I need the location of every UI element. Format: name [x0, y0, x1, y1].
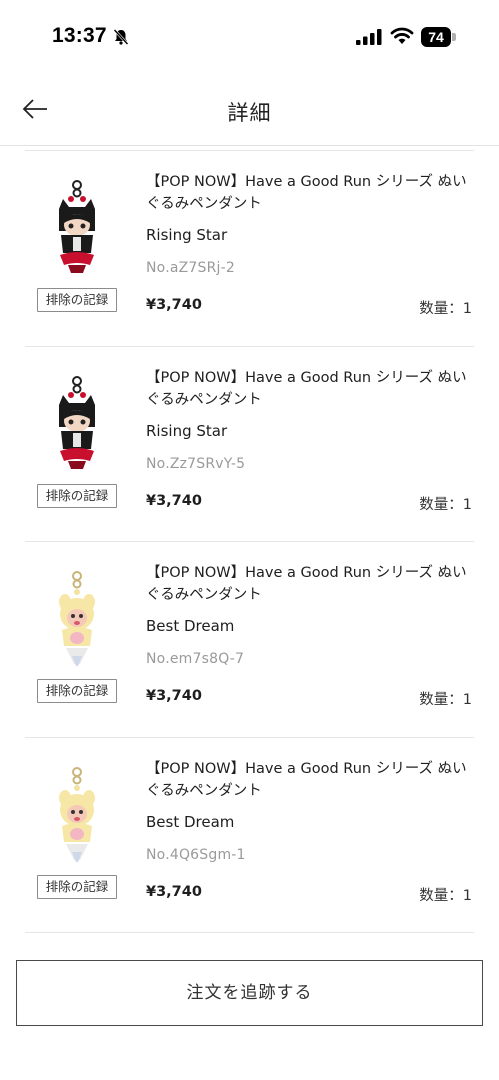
status-bar: 13:37 74	[0, 0, 499, 74]
exclude-record-button[interactable]: 排除の記録	[37, 875, 117, 899]
product-price: ¥3,740	[146, 493, 202, 509]
product-price: ¥3,740	[146, 688, 202, 704]
order-item: 排除の記録 【POP NOW】Have a Good Run シリーズ ぬいぐる…	[25, 150, 474, 346]
nav-bar: 詳細	[0, 74, 499, 146]
bell-slash-icon	[113, 29, 129, 45]
rising-star-pendant-image	[59, 180, 95, 273]
order-item: 排除の記録 【POP NOW】Have a Good Run シリーズ ぬいぐる…	[25, 541, 474, 737]
product-code: No.4Q6Sgm-1	[146, 847, 246, 863]
product-quantity: 数量：1	[419, 692, 472, 708]
product-code: No.em7s8Q-7	[146, 651, 245, 667]
order-item: 排除の記録 【POP NOW】Have a Good Run シリーズ ぬいぐる…	[25, 346, 474, 542]
product-code: No.Zz7SRvY-5	[146, 456, 246, 472]
rising-star-pendant-image	[59, 376, 95, 469]
product-name: 【POP NOW】Have a Good Run シリーズ ぬいぐるみペンダント	[146, 761, 467, 799]
track-order-button[interactable]: 注文を追跡する	[16, 960, 483, 1026]
product-variant: Rising Star	[146, 226, 228, 244]
product-price: ¥3,740	[146, 884, 202, 900]
best-dream-pendant-image	[59, 571, 95, 666]
signal-icon	[356, 29, 382, 45]
order-item: 排除の記録 【POP NOW】Have a Good Run シリーズ ぬいぐる…	[25, 737, 474, 933]
exclude-record-button[interactable]: 排除の記録	[37, 679, 117, 703]
product-variant: Best Dream	[146, 617, 235, 635]
battery-tip	[452, 33, 456, 41]
product-name: 【POP NOW】Have a Good Run シリーズ ぬいぐるみペンダント	[146, 370, 467, 408]
page-title: 詳細	[227, 101, 272, 125]
product-price: ¥3,740	[146, 297, 202, 313]
product-quantity: 数量：1	[419, 888, 472, 904]
product-quantity: 数量：1	[419, 497, 472, 513]
list-divider	[25, 932, 474, 933]
product-name: 【POP NOW】Have a Good Run シリーズ ぬいぐるみペンダント	[146, 565, 467, 603]
battery-icon: 74	[421, 27, 451, 47]
exclude-record-button[interactable]: 排除の記録	[37, 484, 117, 508]
wifi-icon	[390, 27, 414, 44]
product-quantity: 数量：1	[419, 301, 472, 317]
product-code: No.aZ7SRj-2	[146, 260, 235, 276]
product-variant: Rising Star	[146, 422, 228, 440]
product-name: 【POP NOW】Have a Good Run シリーズ ぬいぐるみペンダント	[146, 174, 467, 212]
exclude-record-button[interactable]: 排除の記録	[37, 288, 117, 312]
product-variant: Best Dream	[146, 813, 235, 831]
best-dream-pendant-image	[59, 767, 95, 862]
status-time: 13:37	[52, 24, 107, 47]
